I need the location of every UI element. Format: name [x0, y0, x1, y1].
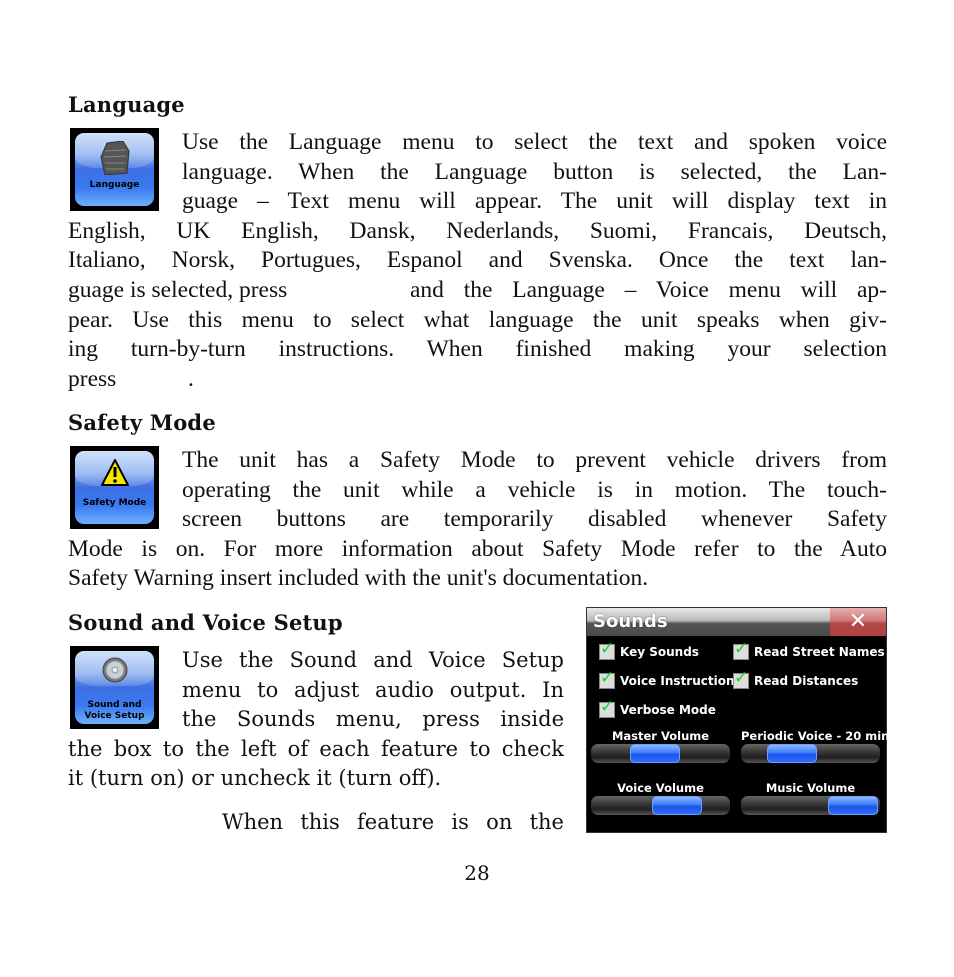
text-line: menu to adjust audio output. In [182, 677, 564, 702]
text-line: language. When the Language button is se… [182, 158, 887, 185]
safety-mode-icon-label: Safety Mode [82, 498, 147, 508]
voice-volume-slider[interactable] [591, 796, 730, 815]
safety-paragraph-full: Mode is on. For more information about S… [68, 535, 887, 594]
sound-paragraph-full: the box to the left of each feature to c… [68, 735, 564, 794]
text-line: Safety Warning insert included with the … [68, 565, 649, 592]
sounds-dialog-title: Sounds [593, 611, 668, 632]
text-line: guage is selected, press and the Languag… [68, 276, 887, 306]
language-button-icon: Language [70, 128, 159, 211]
checkmark-icon: ✓ [600, 668, 615, 688]
text-line: Use the Sound and Voice Setup [182, 648, 564, 672]
text-fragment: guage is selected, press [68, 276, 288, 303]
heading-sound-voice-setup: Sound and Voice Setup [68, 610, 343, 635]
slider-thumb[interactable] [652, 796, 702, 815]
warning-icon [101, 459, 129, 486]
checkbox-read-distances[interactable]: ✓ Read Distances [733, 668, 859, 689]
safety-paragraph-wrapped: The unit has a Safety Mode to prevent ve… [182, 446, 887, 535]
periodic-voice-slider[interactable] [741, 744, 880, 763]
checkmark-icon: ✓ [600, 639, 615, 659]
text-line: the Sounds menu, press inside [182, 707, 564, 732]
sound-icon-label-line1: Sound and [87, 700, 142, 710]
slider-label: Periodic Voice - 20 min [741, 729, 890, 743]
text-line: When this feature is on the [222, 810, 564, 834]
checkbox-label: Read Distances [754, 674, 859, 688]
text-line: the box to the left of each feature to c… [68, 736, 564, 761]
sound-voice-setup-button-icon: Sound and Voice Setup [70, 646, 159, 729]
checkbox-verbose-mode[interactable]: ✓ Verbose Mode [599, 697, 716, 718]
text-line: Mode is on. For more information about S… [68, 535, 887, 562]
text-fragment: . [188, 365, 194, 392]
rosetta-stone-icon [100, 141, 130, 175]
checkbox-label: Key Sounds [620, 645, 699, 659]
speaker-icon [102, 657, 128, 683]
language-icon-label: Language [89, 180, 140, 190]
checkbox-read-street-names[interactable]: ✓ Read Street Names [733, 639, 885, 660]
text-line: guage – Text menu will appear. The unit … [182, 188, 887, 215]
text-line: Use the Language menu to select the text… [182, 129, 887, 155]
checkmark-icon: ✓ [734, 639, 749, 659]
checkbox-voice-instructions[interactable]: ✓ Voice Instructions [599, 668, 742, 689]
checkbox-box[interactable]: ✓ [733, 639, 749, 660]
text-line: operating the unit while a vehicle is in… [182, 476, 887, 503]
page-number: 28 [464, 861, 490, 885]
close-button[interactable]: ✕ [830, 608, 886, 636]
text-fragment: and the Language – Voice menu will ap- [410, 276, 887, 303]
checkbox-box[interactable]: ✓ [599, 697, 615, 718]
slider-label: Music Volume [765, 781, 856, 795]
music-volume-slider[interactable] [741, 796, 880, 815]
text-line: screen buttons are temporarily disabled … [182, 506, 887, 533]
slider-label: Voice Volume [617, 781, 704, 795]
language-paragraph-wrapped: Use the Language menu to select the text… [182, 128, 887, 217]
slider-thumb[interactable] [828, 796, 878, 815]
close-icon: ✕ [848, 609, 868, 634]
checkbox-box[interactable]: ✓ [733, 668, 749, 689]
text-line: ing turn-by-turn instructions. When fini… [68, 336, 887, 363]
slider-label: Master Volume [611, 729, 710, 743]
sound-icon-label-line2: Voice Setup [84, 711, 145, 721]
checkmark-icon: ✓ [600, 697, 615, 717]
text-line: Italiano, Norsk, Portugues, Espanol and … [68, 247, 887, 274]
text-fragment: press [68, 365, 117, 392]
sound-paragraph-continued: When this feature is on the [222, 808, 564, 838]
text-line: press . [68, 365, 887, 395]
language-paragraph-full: English, UK English, Dansk, Nederlands, … [68, 217, 887, 395]
checkbox-box[interactable]: ✓ [599, 639, 615, 660]
slider-thumb[interactable] [767, 744, 817, 763]
checkmark-icon: ✓ [734, 668, 749, 688]
sound-paragraph-wrapped: Use the Sound and Voice Setup menu to ad… [182, 646, 564, 735]
sounds-dialog-titlebar: Sounds ✕ [587, 608, 886, 636]
checkbox-label: Read Street Names [754, 645, 885, 659]
heading-safety-mode: Safety Mode [68, 410, 216, 435]
checkbox-box[interactable]: ✓ [599, 668, 615, 689]
sounds-dialog: Sounds ✕ ✓ Key Sounds ✓ Read Street Name… [586, 607, 890, 833]
checkbox-label: Voice Instructions [620, 674, 742, 688]
text-line: English, UK English, Dansk, Nederlands, … [68, 217, 887, 244]
checkbox-label: Verbose Mode [620, 703, 716, 717]
slider-thumb[interactable] [630, 744, 680, 763]
heading-language: Language [68, 92, 185, 117]
safety-mode-button-icon: Safety Mode [70, 446, 159, 529]
text-line: pear. Use this menu to select what langu… [68, 306, 887, 333]
text-line: it (turn on) or uncheck it (turn off). [68, 766, 442, 791]
text-line: The unit has a Safety Mode to prevent ve… [182, 447, 887, 473]
checkbox-key-sounds[interactable]: ✓ Key Sounds [599, 639, 699, 660]
master-volume-slider[interactable] [591, 744, 730, 763]
